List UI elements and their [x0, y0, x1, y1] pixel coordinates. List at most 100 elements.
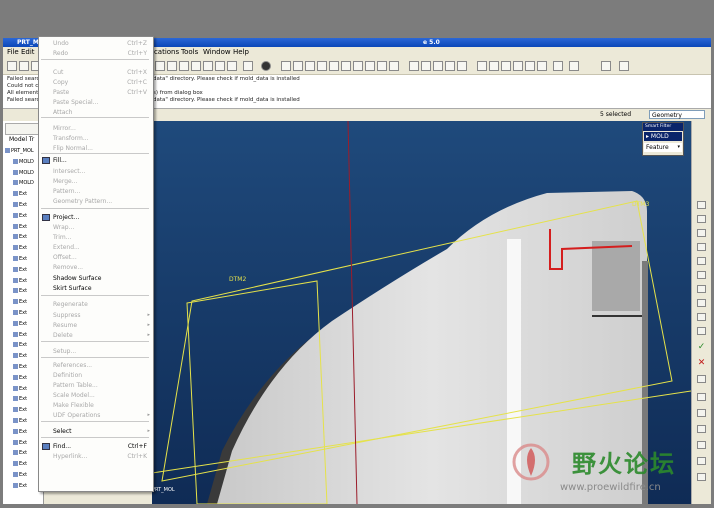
display-style-icon[interactable] [261, 61, 271, 71]
tree-row[interactable]: Ext [13, 212, 41, 221]
tree-row[interactable]: Ext [13, 471, 41, 480]
part-recess[interactable] [592, 241, 640, 311]
edit-menu-item[interactable]: Project... [53, 213, 79, 222]
arc-tool-icon[interactable] [697, 409, 706, 417]
tree-row[interactable]: Ext [13, 190, 41, 199]
model-tree-tab[interactable]: Model Tr [9, 136, 34, 143]
reorient-icon[interactable] [353, 61, 363, 71]
csys-tool-icon[interactable] [697, 257, 706, 265]
view-manager-icon[interactable] [389, 61, 399, 71]
orient-icon[interactable] [305, 61, 315, 71]
check-icon[interactable]: ✓ [697, 343, 706, 352]
search-icon[interactable] [215, 61, 225, 71]
tree-row[interactable]: Ext [13, 233, 41, 242]
repaint-icon[interactable] [281, 61, 291, 71]
tree-row[interactable]: Ext [13, 277, 41, 286]
tree-row[interactable]: Ext [13, 439, 41, 448]
layers-icon[interactable] [377, 61, 387, 71]
menu-window[interactable]: Window [203, 48, 231, 57]
menu-applications[interactable]: ications [152, 48, 179, 57]
context-help-icon[interactable] [569, 61, 579, 71]
tree-row[interactable]: Ext [13, 266, 41, 275]
whats-this-icon[interactable] [619, 61, 629, 71]
tree-row[interactable]: Ext [13, 460, 41, 469]
line-tool-icon[interactable] [697, 375, 706, 383]
edit-menu-item[interactable]: Shadow Surface [53, 274, 101, 283]
zoom-in-icon[interactable] [317, 61, 327, 71]
extract-icon[interactable] [697, 313, 706, 321]
paste-special-icon[interactable] [203, 61, 213, 71]
filter-option-mold[interactable]: ▸ MOLD [644, 132, 682, 141]
wireframe-icon[interactable] [409, 61, 419, 71]
mold-volume-icon[interactable] [697, 271, 706, 279]
measure-icon[interactable] [601, 61, 611, 71]
edit-menu-item[interactable]: Select [53, 427, 72, 436]
datum-icon[interactable] [227, 61, 237, 71]
selection-filter-select[interactable]: Geometry [649, 110, 705, 119]
tree-row[interactable]: Ext [13, 255, 41, 264]
tree-row[interactable]: Ext [13, 385, 41, 394]
mirror-icon[interactable] [243, 61, 253, 71]
menu-tools[interactable]: Tools [181, 48, 198, 57]
filter-option-feature[interactable]: Feature ▾ [644, 143, 682, 152]
edit-menu-item[interactable]: Find... [53, 442, 71, 451]
datum-axis-tool-icon[interactable] [697, 215, 706, 223]
menu-file[interactable]: File [7, 48, 19, 57]
tree-row[interactable]: Ext [13, 406, 41, 415]
tree-row[interactable]: Ext [13, 395, 41, 404]
new-icon[interactable] [7, 61, 17, 71]
tree-row[interactable]: Ext [13, 482, 41, 491]
tree-row[interactable]: Ext [13, 223, 41, 232]
spin-center-toggle-icon[interactable] [537, 61, 547, 71]
datum-point-tool-icon[interactable] [697, 243, 706, 251]
no-hidden-icon[interactable] [433, 61, 443, 71]
tree-row[interactable]: PRT_MOL [5, 147, 41, 156]
paste-icon[interactable] [191, 61, 201, 71]
cut-icon[interactable] [167, 61, 177, 71]
tree-row[interactable]: Ext [13, 352, 41, 361]
tree-row[interactable]: Ext [13, 417, 41, 426]
datum-label-dtm3[interactable]: DTM3 [632, 201, 649, 208]
datum-planes-icon[interactable] [477, 61, 487, 71]
spin-center-icon[interactable] [293, 61, 303, 71]
tree-row[interactable]: Ext [13, 320, 41, 329]
tree-row[interactable]: Ext [13, 428, 41, 437]
tree-row[interactable]: MOLD [13, 179, 41, 188]
tree-row[interactable]: Ext [13, 374, 41, 383]
parting-surface-icon[interactable] [697, 285, 706, 293]
hidden-line-icon[interactable] [421, 61, 431, 71]
menu-help[interactable]: Help [233, 48, 249, 57]
tree-row[interactable]: Ext [13, 244, 41, 253]
tree-row[interactable]: MOLD [13, 169, 41, 178]
cast-icon[interactable] [697, 327, 706, 335]
saved-views-icon[interactable] [365, 61, 375, 71]
tree-row[interactable]: Ext [13, 449, 41, 458]
shading-icon[interactable] [445, 61, 455, 71]
annotations-icon[interactable] [525, 61, 535, 71]
tree-row[interactable]: Ext [13, 201, 41, 210]
enhanced-realism-icon[interactable] [457, 61, 467, 71]
datum-points-icon[interactable] [501, 61, 511, 71]
spline-tool-icon[interactable] [697, 425, 706, 433]
copy-icon[interactable] [179, 61, 189, 71]
tree-row[interactable]: Ext [13, 298, 41, 307]
rectangle-tool-icon[interactable] [697, 393, 706, 401]
edit-menu-item[interactable]: Skirt Surface [53, 284, 92, 293]
regenerate-icon[interactable] [155, 61, 165, 71]
split-volume-icon[interactable] [697, 299, 706, 307]
sketch-tool-icon[interactable] [697, 229, 706, 237]
close-icon[interactable]: ✕ [697, 359, 706, 368]
datum-axes-icon[interactable] [489, 61, 499, 71]
datum-plane-tool-icon[interactable] [697, 201, 706, 209]
coordinate-systems-icon[interactable] [513, 61, 523, 71]
menu-edit[interactable]: Edit [21, 48, 35, 57]
refit-icon[interactable] [341, 61, 351, 71]
tree-row[interactable]: Ext [13, 363, 41, 372]
tree-row[interactable]: Ext [13, 331, 41, 340]
tree-row[interactable]: Ext [13, 309, 41, 318]
analysis-icon[interactable] [553, 61, 563, 71]
navigator-tabs[interactable] [5, 123, 41, 135]
tree-row[interactable]: Ext [13, 287, 41, 296]
edit-menu-item[interactable]: Fill... [53, 156, 67, 165]
tree-row[interactable]: Ext [13, 341, 41, 350]
